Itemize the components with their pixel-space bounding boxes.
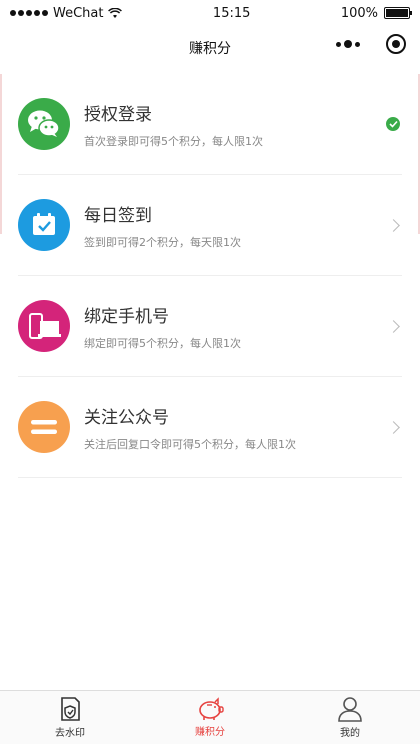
wechat-icon (18, 98, 70, 150)
nav-bar: 赚积分 (0, 26, 420, 70)
close-miniprogram-button[interactable] (386, 34, 406, 54)
battery-icon (384, 7, 412, 19)
tab-earn-points[interactable]: 赚积分 (140, 691, 280, 744)
status-left: WeChat (10, 5, 123, 21)
task-item-follow[interactable]: 关注公众号 关注后回复口令即可得5个积分，每人限1次 (18, 377, 402, 478)
task-desc: 首次登录即可得5个积分，每人限1次 (84, 134, 263, 148)
chevron-right-icon (387, 319, 400, 333)
tab-remove-watermark[interactable]: 去水印 (0, 691, 140, 744)
phone-laptop-icon (18, 300, 70, 352)
page-title: 赚积分 (189, 41, 231, 57)
status-time: 15:15 (212, 5, 251, 21)
user-icon (338, 697, 362, 722)
more-options-button[interactable] (336, 40, 360, 48)
tab-bar: 去水印 赚积分 我的 (0, 690, 420, 744)
check-icon (386, 117, 400, 131)
task-title: 绑定手机号 (84, 306, 169, 327)
chevron-right-icon (387, 218, 400, 232)
carrier-label: WeChat (53, 5, 104, 21)
task-action (372, 319, 402, 333)
task-text: 绑定手机号 绑定即可得5个积分，每人限1次 (84, 302, 372, 351)
task-item-login[interactable]: 授权登录 首次登录即可得5个积分，每人限1次 (18, 74, 402, 175)
piggy-bank-icon (199, 697, 224, 720)
task-text: 授权登录 首次登录即可得5个积分，每人限1次 (84, 100, 372, 149)
task-desc: 关注后回复口令即可得5个积分，每人限1次 (84, 437, 296, 451)
task-text: 每日签到 签到即可得2个积分，每天限1次 (84, 201, 372, 250)
task-action (372, 420, 402, 434)
wifi-icon (108, 7, 123, 18)
tab-label: 赚积分 (195, 727, 225, 738)
task-desc: 签到即可得2个积分，每天限1次 (84, 235, 241, 249)
tab-label: 我的 (340, 728, 360, 739)
signal-icon (10, 10, 48, 16)
task-item-bind-phone[interactable]: 绑定手机号 绑定即可得5个积分，每人限1次 (18, 276, 402, 377)
battery-percent: 100% (340, 5, 378, 21)
task-status (372, 117, 402, 131)
task-action (372, 218, 402, 232)
task-item-checkin[interactable]: 每日签到 签到即可得2个积分，每天限1次 (18, 175, 402, 276)
task-list: 授权登录 首次登录即可得5个积分，每人限1次 每日签到 签到即可得2个积分，每天… (0, 74, 420, 478)
task-title: 授权登录 (84, 104, 152, 125)
tab-mine[interactable]: 我的 (280, 691, 420, 744)
mini-program-capsule (336, 34, 406, 54)
left-edge-mark (0, 74, 2, 234)
task-desc: 绑定即可得5个积分，每人限1次 (84, 336, 241, 350)
calendar-check-icon (18, 199, 70, 251)
equals-icon (18, 401, 70, 453)
chevron-right-icon (387, 420, 400, 434)
tab-label: 去水印 (55, 728, 85, 739)
task-title: 关注公众号 (84, 407, 169, 428)
task-text: 关注公众号 关注后回复口令即可得5个积分，每人限1次 (84, 403, 372, 452)
status-right: 100% (340, 5, 412, 21)
shield-doc-icon (61, 697, 80, 721)
status-bar: WeChat 15:15 100% (0, 0, 420, 26)
task-title: 每日签到 (84, 205, 152, 226)
